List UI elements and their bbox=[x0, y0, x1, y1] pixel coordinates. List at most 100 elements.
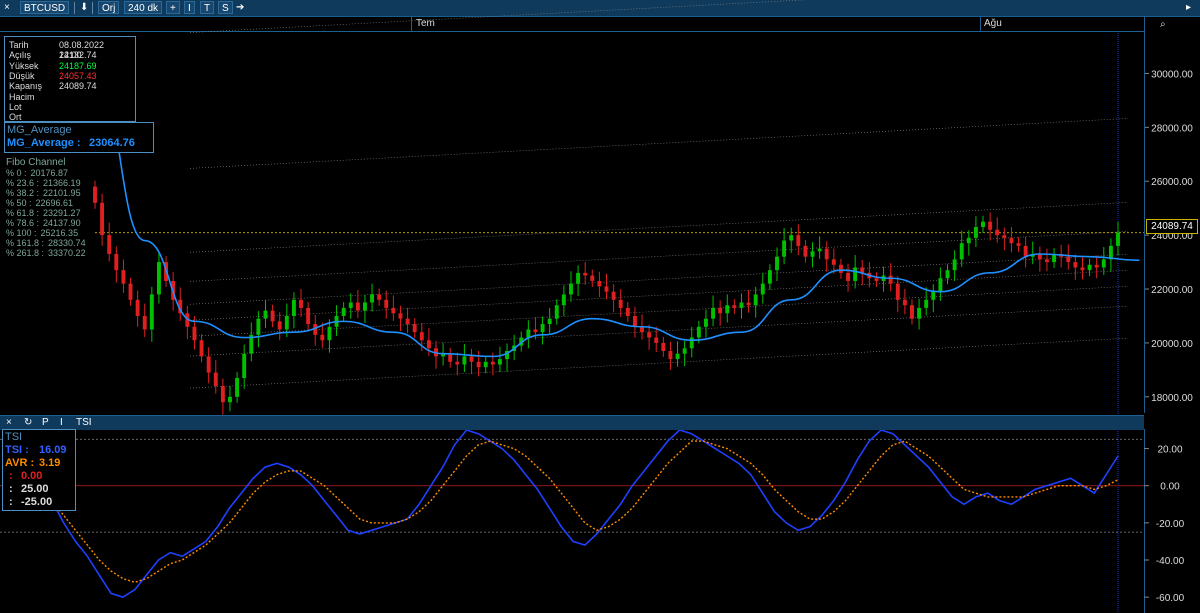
fibo-level: % 261.8 : bbox=[6, 248, 45, 258]
candle-body bbox=[320, 334, 325, 341]
candle-body bbox=[220, 386, 225, 403]
candle-body bbox=[810, 251, 815, 257]
fibo-row: % 78.6 :24137.90 bbox=[6, 218, 86, 228]
info-key: Tarih bbox=[9, 40, 29, 50]
candle-body bbox=[476, 361, 481, 368]
fibo-row: % 61.8 :23291.27 bbox=[6, 208, 86, 218]
candle-body bbox=[1002, 235, 1007, 238]
avr-line bbox=[39, 440, 1119, 584]
level-25-value: 25.00 bbox=[21, 483, 49, 495]
ohlc-info-panel: Tarih 08.08.2022 12:00 Açılış 24132.74 Yükse… bbox=[4, 36, 136, 122]
candle-body bbox=[647, 332, 652, 338]
candle-body bbox=[540, 324, 545, 333]
candle-body bbox=[995, 229, 1000, 236]
info-icon[interactable]: I bbox=[60, 417, 63, 428]
fibo-level: % 23.6 : bbox=[6, 178, 40, 188]
y-tick-label: 20000.00 bbox=[1151, 339, 1193, 350]
candle-body bbox=[128, 283, 133, 300]
refresh-icon[interactable]: ↻ bbox=[24, 417, 32, 428]
y-tick-label: 28000.00 bbox=[1151, 123, 1193, 134]
candle-body bbox=[711, 307, 716, 319]
candle-body bbox=[93, 186, 97, 203]
tsi-row: TSI : 16.09 bbox=[5, 444, 67, 456]
tsi-label: TSI : bbox=[5, 444, 29, 456]
candle-body bbox=[917, 307, 922, 319]
candle-body bbox=[604, 286, 609, 292]
candle-body bbox=[895, 283, 900, 300]
candle-body bbox=[988, 221, 993, 230]
candle-body bbox=[760, 283, 765, 295]
properties-icon[interactable]: P bbox=[42, 417, 49, 428]
level-minus25-label: : bbox=[9, 496, 13, 508]
candle-body bbox=[590, 275, 595, 281]
fibo-value: 21366.19 bbox=[43, 178, 81, 188]
candle-body bbox=[902, 299, 907, 306]
y-tick-label: 22000.00 bbox=[1151, 285, 1193, 296]
candle-body bbox=[256, 318, 261, 335]
fibo-value: 33370.22 bbox=[48, 248, 86, 258]
candle-body bbox=[874, 278, 879, 281]
fibo-level: % 61.8 : bbox=[6, 208, 40, 218]
candle-body bbox=[455, 361, 460, 365]
candle-body bbox=[348, 302, 353, 308]
candle-body bbox=[753, 294, 758, 306]
candle-body bbox=[661, 342, 666, 352]
level-0-row: : 0.00 bbox=[9, 470, 42, 482]
fibo-level: % 0 : bbox=[6, 168, 27, 178]
candle-body bbox=[327, 326, 332, 341]
candle-body bbox=[391, 307, 396, 314]
avr-label: AVR : bbox=[5, 457, 35, 469]
tsi-y-tick-label: 20.00 bbox=[1157, 445, 1182, 456]
candle-body bbox=[732, 305, 737, 308]
level-0-label: : bbox=[9, 470, 13, 482]
candle-body bbox=[718, 307, 723, 314]
ma-value: 23064.76 bbox=[89, 137, 135, 149]
fibo-line bbox=[189, 231, 1129, 282]
candle-body bbox=[107, 235, 112, 254]
candle-body bbox=[114, 253, 119, 271]
candle-body bbox=[576, 272, 581, 284]
candle-body bbox=[228, 396, 232, 403]
close-icon[interactable]: × bbox=[6, 417, 12, 428]
level-minus25-row: : -25.00 bbox=[9, 496, 52, 508]
fibo-line bbox=[189, 118, 1129, 169]
candle-body bbox=[924, 299, 929, 308]
candle-body bbox=[448, 353, 453, 362]
candle-body bbox=[704, 318, 708, 327]
tsi-title: TSI bbox=[5, 431, 23, 443]
candle-body bbox=[1023, 245, 1028, 257]
candle-body bbox=[398, 313, 403, 319]
info-value: 24089.74 bbox=[59, 81, 97, 92]
candle-body bbox=[853, 267, 858, 281]
candle-body bbox=[355, 302, 360, 311]
candle-body bbox=[618, 299, 623, 308]
fibo-level: % 161.8 : bbox=[6, 238, 45, 248]
candle-body bbox=[405, 318, 410, 325]
candle-body bbox=[838, 264, 843, 273]
candle-body bbox=[803, 245, 808, 257]
fibo-row: % 261.8 :33370.22 bbox=[6, 248, 86, 258]
candle-body bbox=[242, 353, 247, 378]
tsi-y-tick-label: -20.00 bbox=[1156, 519, 1185, 530]
candle-body bbox=[213, 372, 218, 387]
avr-value: 3.19 bbox=[39, 457, 61, 469]
fibo-title: Fibo Channel bbox=[6, 157, 66, 168]
fibo-value: 28330.74 bbox=[48, 238, 86, 248]
info-key: Açılış bbox=[9, 50, 32, 61]
fibo-level: % 38.2 : bbox=[6, 188, 40, 198]
avr-row: AVR : 3.19 bbox=[5, 457, 60, 469]
fibo-level: % 100 : bbox=[6, 228, 37, 238]
info-key: Ort bbox=[9, 112, 22, 123]
fibo-row: % 50 :22696.61 bbox=[6, 198, 86, 208]
candle-body bbox=[192, 326, 197, 341]
candle-body bbox=[419, 332, 424, 341]
candle-body bbox=[1080, 267, 1085, 271]
candle-body bbox=[689, 337, 694, 349]
y-tick-label: 30000.00 bbox=[1151, 69, 1193, 80]
candle-body bbox=[554, 305, 559, 319]
info-key: Lot bbox=[9, 101, 22, 112]
tsi-y-tick-label: -60.00 bbox=[1156, 593, 1185, 604]
fibo-value: 22101.95 bbox=[43, 188, 81, 198]
info-value: 24187.69 bbox=[59, 60, 97, 71]
candle-body bbox=[931, 291, 936, 300]
